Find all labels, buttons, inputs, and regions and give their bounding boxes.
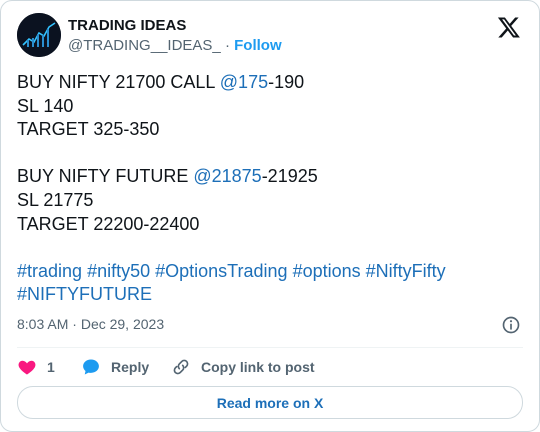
hashtag-link[interactable]: #nifty50 — [87, 261, 150, 281]
hashtag-link[interactable]: #OptionsTrading — [155, 261, 287, 281]
info-icon[interactable] — [501, 315, 521, 335]
tweet-header: TRADING IDEAS @TRADING__IDEAS_ · Follow — [17, 13, 523, 57]
speech-bubble-icon — [83, 359, 99, 375]
text-line: BUY NIFTY 21700 CALL @175-190 — [17, 71, 523, 95]
hashtag-line: #trading #nifty50 #OptionsTrading #optio… — [17, 260, 523, 284]
like-count: 1 — [47, 359, 55, 375]
text-segment: -21925 — [261, 166, 318, 187]
like-button[interactable]: 1 — [17, 357, 55, 377]
text-line: SL 21775 — [17, 189, 94, 210]
tweet-text: BUY NIFTY 21700 CALL @175-190 SL 140 TAR… — [17, 71, 523, 307]
link-icon — [173, 359, 189, 375]
separator: · — [224, 37, 230, 54]
divider — [17, 347, 523, 348]
text-segment: BUY NIFTY FUTURE — [17, 166, 194, 187]
hashtag-link[interactable]: #NIFTYFUTURE — [17, 284, 152, 304]
tweet-timestamp[interactable]: 8:03 AM · Dec 29, 2023 — [17, 316, 164, 332]
text-segment: -190 — [268, 72, 305, 92]
mention-link[interactable]: @21875 — [193, 166, 261, 186]
avatar[interactable] — [17, 13, 61, 57]
reply-button[interactable]: Reply — [81, 357, 149, 377]
text-line: BUY NIFTY FUTURE @21875-21925 — [17, 165, 523, 189]
text-line: TARGET 22200-22400 — [17, 213, 200, 234]
date: Dec 29, 2023 — [80, 316, 165, 332]
author-handle[interactable]: @TRADING__IDEAS_ — [68, 37, 221, 54]
read-more-button[interactable]: Read more on X — [17, 386, 523, 419]
hashtag-link[interactable]: #NiftyFifty — [366, 261, 446, 281]
hashtag-link[interactable]: #trading — [17, 261, 82, 281]
x-logo-icon[interactable] — [497, 15, 521, 39]
text-segment: BUY NIFTY 21700 CALL — [17, 72, 220, 92]
text-line: TARGET 325-350 — [17, 119, 160, 140]
copy-link-label: Copy link to post — [201, 359, 315, 375]
copy-link-button[interactable]: Copy link to post — [171, 357, 315, 377]
hashtag-link[interactable]: #options — [293, 261, 361, 281]
mention-link[interactable]: @175 — [220, 72, 268, 92]
separator: · — [72, 316, 77, 332]
follow-button[interactable]: Follow — [234, 37, 282, 54]
heart-icon — [18, 360, 36, 375]
author-handle-line: @TRADING__IDEAS_ · Follow — [68, 37, 282, 54]
hashtag-line: #NIFTYFUTURE — [17, 283, 523, 307]
time: 8:03 AM — [17, 316, 69, 332]
text-line: SL 140 — [17, 95, 74, 116]
tweet-card: TRADING IDEAS @TRADING__IDEAS_ · Follow … — [0, 0, 540, 432]
author-name[interactable]: TRADING IDEAS — [68, 17, 186, 34]
reply-label: Reply — [111, 359, 150, 375]
